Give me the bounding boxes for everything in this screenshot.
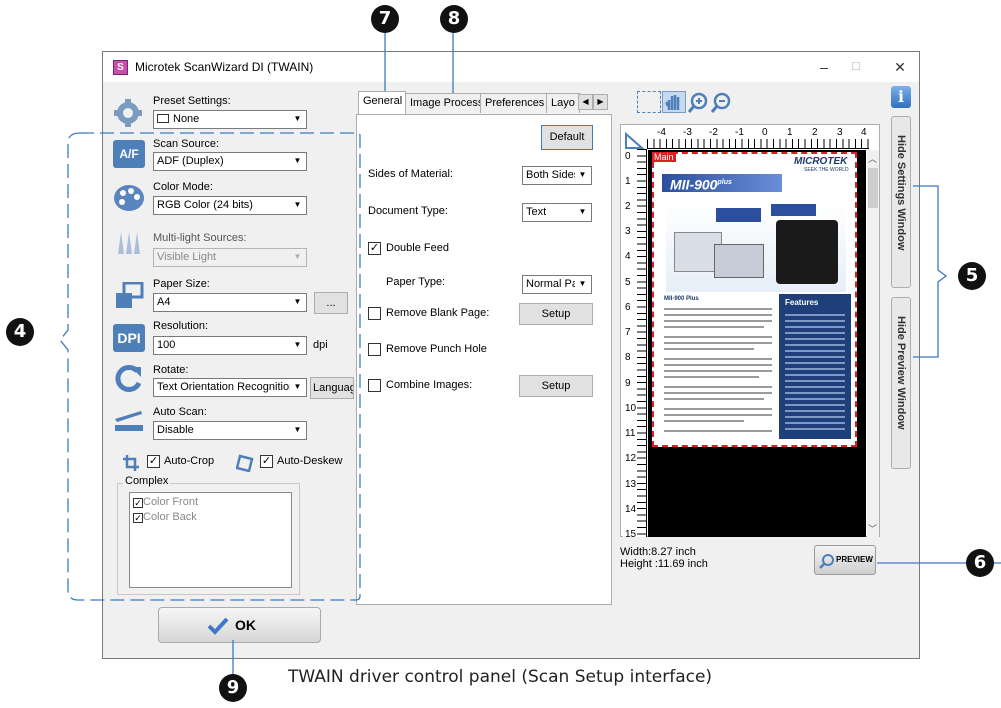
callout-badge-4: 4 (6, 318, 34, 346)
callout-badge-7: 7 (371, 5, 399, 33)
callout-badge-9: 9 (219, 674, 247, 702)
tab-general[interactable]: General (358, 91, 406, 114)
figure-caption: TWAIN driver control panel (Scan Setup i… (288, 667, 713, 687)
callout-badge-6: 6 (966, 549, 994, 577)
callout-badge-8: 8 (440, 5, 468, 33)
annotation-overlay (59, 25, 1001, 678)
callout-badge-5: 5 (958, 262, 986, 290)
